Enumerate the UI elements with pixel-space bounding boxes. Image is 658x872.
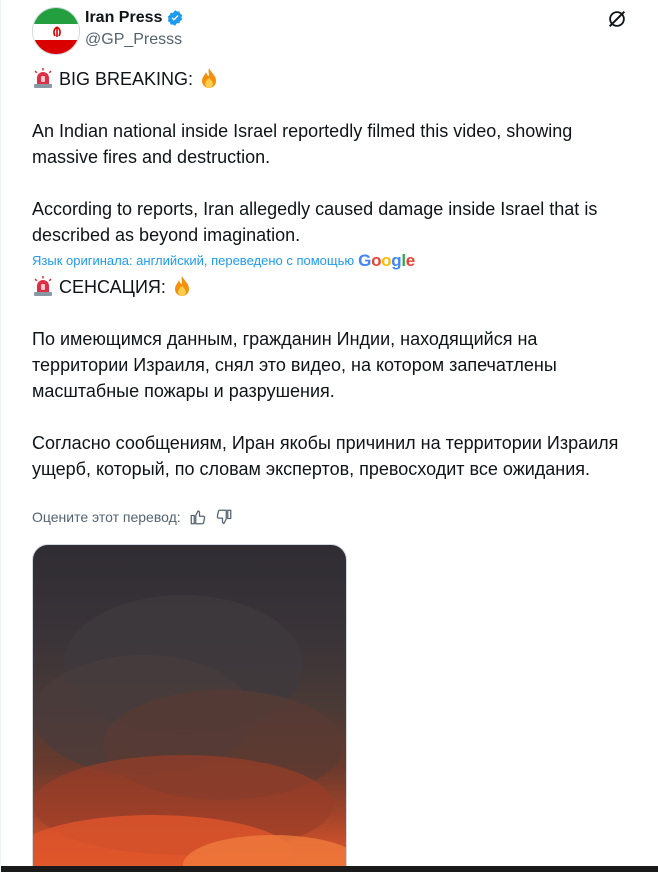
translation-note-text[interactable]: Язык оригинала: английский, переведено с… xyxy=(32,252,354,270)
original-heading-text: BIG BREAKING: xyxy=(59,69,194,89)
original-heading: BIG BREAKING: xyxy=(32,66,632,92)
translated-paragraph-2: Согласно сообщениям, Иран якобы причинил… xyxy=(32,433,619,479)
post-body: BIG BREAKING: An Indian national inside … xyxy=(32,66,632,482)
thumbs-up-icon[interactable] xyxy=(189,508,207,526)
rate-translation-label: Оцените этот перевод: xyxy=(32,509,181,525)
author-avatar[interactable] xyxy=(32,7,80,55)
translation-note[interactable]: Язык оригинала: английский, переведено с… xyxy=(32,252,632,270)
google-logo: Google xyxy=(358,251,415,270)
video-thumbnail[interactable] xyxy=(32,544,347,872)
bottom-edge-bar xyxy=(1,866,658,872)
fire-emoji-icon xyxy=(202,68,217,88)
original-paragraph-1: An Indian national inside Israel reporte… xyxy=(32,121,573,167)
grok-icon[interactable] xyxy=(606,8,628,30)
fire-smoke-scene xyxy=(33,595,346,872)
original-paragraph-2: According to reports, Iran allegedly cau… xyxy=(32,199,598,245)
translated-paragraph-1: По имеющимся данным, гражданин Индии, на… xyxy=(32,329,557,401)
siren-emoji-icon xyxy=(34,276,52,296)
post-header: Iran Press @GP_Presss xyxy=(32,6,632,56)
fire-emoji-icon xyxy=(174,276,189,296)
thumbs-down-icon[interactable] xyxy=(215,508,233,526)
translated-heading: СЕНСАЦИЯ: xyxy=(32,274,632,300)
translated-heading-text: СЕНСАЦИЯ: xyxy=(59,277,166,297)
author-name-text[interactable]: Iran Press xyxy=(85,9,162,27)
post-container: Iran Press @GP_Presss BIG BREAKING: An I… xyxy=(0,0,658,872)
author-handle[interactable]: @GP_Presss xyxy=(85,31,182,49)
siren-emoji-icon xyxy=(34,68,52,88)
iran-flag-avatar xyxy=(33,8,79,54)
author-name[interactable]: Iran Press xyxy=(85,9,184,27)
rate-translation-row: Оцените этот перевод: xyxy=(32,508,233,526)
verified-badge-icon xyxy=(168,10,183,26)
